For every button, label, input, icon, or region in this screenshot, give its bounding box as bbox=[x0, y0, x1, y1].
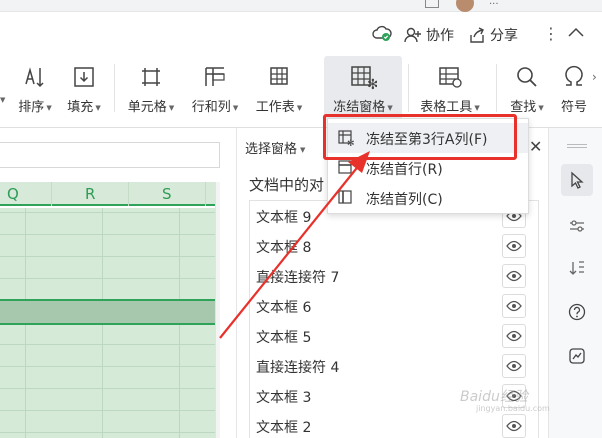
object-name: 文本框 3 bbox=[256, 390, 312, 406]
ribbon-divider bbox=[114, 64, 115, 112]
rows-cols-icon bbox=[200, 62, 230, 92]
column-divider bbox=[205, 182, 206, 206]
cell-icon bbox=[136, 62, 166, 92]
object-name: 文本框 9 bbox=[256, 210, 312, 226]
object-name: 文本框 5 bbox=[256, 330, 312, 346]
object-name: 直接连接符 7 bbox=[256, 270, 340, 286]
list-item[interactable]: 直接连接符 7 bbox=[250, 261, 540, 291]
selection-pane-header-label: 选择窗格 bbox=[245, 142, 298, 157]
watermark: Baidu经验 bbox=[460, 389, 528, 405]
collab-label: 协作 bbox=[426, 28, 454, 44]
object-name: 文本框 8 bbox=[256, 240, 312, 256]
list-item[interactable]: 直接连接符 4 bbox=[250, 351, 540, 381]
caret-icon: ▼ bbox=[0, 96, 6, 104]
highlight-box bbox=[323, 114, 517, 160]
freeze-panes-icon: ✻ bbox=[348, 62, 378, 92]
sort-label: 排序 bbox=[18, 100, 45, 115]
freeze-panes-button[interactable]: ✻ 冻结窗格 ▼ bbox=[324, 56, 402, 120]
settings-sliders-icon[interactable] bbox=[561, 210, 593, 242]
column-header[interactable]: R bbox=[85, 185, 95, 203]
inbox-icon[interactable] bbox=[425, 0, 439, 8]
list-item[interactable]: 文本框 5 bbox=[250, 321, 540, 351]
selected-row[interactable] bbox=[0, 299, 215, 325]
ribbon-divider bbox=[408, 64, 409, 112]
freeze-column-icon bbox=[338, 190, 354, 206]
spreadsheet-window: ··· 协作 分享 ⋮ ▼ 排序 ▼ 填充 ▼ 单元格 ▼ 行和列 ▼ 工作表 … bbox=[0, 0, 602, 438]
cloud-sync-icon[interactable] bbox=[372, 24, 392, 42]
formula-bar[interactable] bbox=[0, 142, 220, 168]
share-button[interactable]: 分享 bbox=[468, 25, 518, 45]
cell-label: 单元格 bbox=[127, 100, 167, 115]
table-tools-button[interactable]: 表格工具 ▼ bbox=[414, 56, 486, 120]
help-icon[interactable] bbox=[561, 296, 593, 328]
object-name: 文本框 2 bbox=[256, 420, 312, 436]
find-icon bbox=[512, 62, 542, 92]
list-item[interactable]: 文本框 8 bbox=[250, 231, 540, 261]
selection-pane-header[interactable]: 选择窗格 ▼ bbox=[245, 138, 305, 157]
column-header[interactable]: Q bbox=[7, 185, 19, 203]
sort-icon bbox=[20, 62, 50, 92]
freeze-panes-label: 冻结窗格 bbox=[333, 100, 386, 115]
symbol-label: 符号 bbox=[560, 100, 587, 115]
menu-item-label: 冻结首行(R) bbox=[366, 162, 443, 178]
grip-icon bbox=[567, 144, 587, 148]
svg-text:✻: ✻ bbox=[367, 77, 377, 90]
sheet-area: Q R S bbox=[0, 128, 220, 438]
share-icon bbox=[470, 27, 484, 43]
column-header[interactable]: S bbox=[162, 185, 172, 203]
object-name: 文本框 6 bbox=[256, 300, 312, 316]
fill-icon bbox=[69, 62, 99, 92]
more-icon[interactable]: ··· bbox=[489, 0, 499, 10]
sort-button[interactable]: 排序 ▼ bbox=[14, 56, 56, 120]
collapse-ribbon-icon[interactable] bbox=[567, 25, 585, 39]
avatar[interactable] bbox=[456, 0, 474, 12]
eye-icon[interactable] bbox=[502, 324, 526, 348]
cell-button[interactable]: 单元格 ▼ bbox=[122, 56, 180, 120]
vertical-scrollbar[interactable] bbox=[215, 182, 220, 438]
collab-icon bbox=[404, 27, 421, 43]
sort-arrange-icon[interactable] bbox=[561, 252, 593, 284]
column-divider bbox=[128, 182, 129, 206]
fill-label: 填充 bbox=[67, 100, 94, 115]
find-button[interactable]: 查找 ▼ bbox=[502, 56, 552, 120]
worksheet-label: 工作表 bbox=[255, 100, 295, 115]
share-label: 分享 bbox=[490, 28, 518, 44]
table-tools-icon bbox=[435, 62, 465, 92]
column-header-row: Q R S bbox=[0, 182, 215, 206]
ribbon-scroll-right-icon[interactable]: › bbox=[592, 70, 597, 84]
chart-tool-icon[interactable] bbox=[561, 340, 593, 372]
worksheet-button[interactable]: 工作表 ▼ bbox=[250, 56, 308, 120]
selection-pane-title: 文档中的对 bbox=[249, 176, 325, 194]
close-icon[interactable]: ✕ bbox=[529, 137, 542, 156]
list-item[interactable]: 文本框 6 bbox=[250, 291, 540, 321]
eye-icon[interactable] bbox=[502, 264, 526, 288]
object-name: 直接连接符 4 bbox=[256, 360, 340, 376]
watermark-url: jingyan.baidu.com bbox=[476, 404, 550, 413]
rows-cols-label: 行和列 bbox=[191, 100, 231, 115]
title-row: 协作 分享 ⋮ bbox=[0, 12, 602, 56]
rows-cols-button[interactable]: 行和列 ▼ bbox=[186, 56, 244, 120]
collab-button[interactable]: 协作 bbox=[404, 25, 454, 45]
top-strip: ··· bbox=[0, 0, 602, 12]
ribbon-divider bbox=[496, 64, 497, 112]
worksheet-icon bbox=[264, 62, 294, 92]
eye-icon[interactable] bbox=[502, 234, 526, 258]
freeze-first-column-item[interactable]: 冻结首列(C) bbox=[328, 183, 528, 213]
column-divider bbox=[51, 182, 52, 206]
eye-icon[interactable] bbox=[502, 294, 526, 318]
list-item[interactable]: 文本框 2 bbox=[250, 411, 540, 438]
select-cursor-icon[interactable] bbox=[561, 164, 593, 196]
eye-icon[interactable] bbox=[502, 354, 526, 378]
table-tools-label: 表格工具 bbox=[420, 100, 473, 115]
find-label: 查找 bbox=[510, 100, 537, 115]
freeze-row-icon bbox=[338, 160, 354, 176]
eye-icon[interactable] bbox=[502, 414, 526, 438]
more-menu-icon[interactable]: ⋮ bbox=[543, 24, 559, 43]
menu-item-label: 冻结首列(C) bbox=[366, 192, 443, 208]
symbol-icon bbox=[559, 62, 589, 92]
fill-button[interactable]: 填充 ▼ bbox=[62, 56, 106, 120]
symbol-button[interactable]: 符号 bbox=[554, 56, 594, 120]
right-sidebar bbox=[548, 128, 602, 438]
